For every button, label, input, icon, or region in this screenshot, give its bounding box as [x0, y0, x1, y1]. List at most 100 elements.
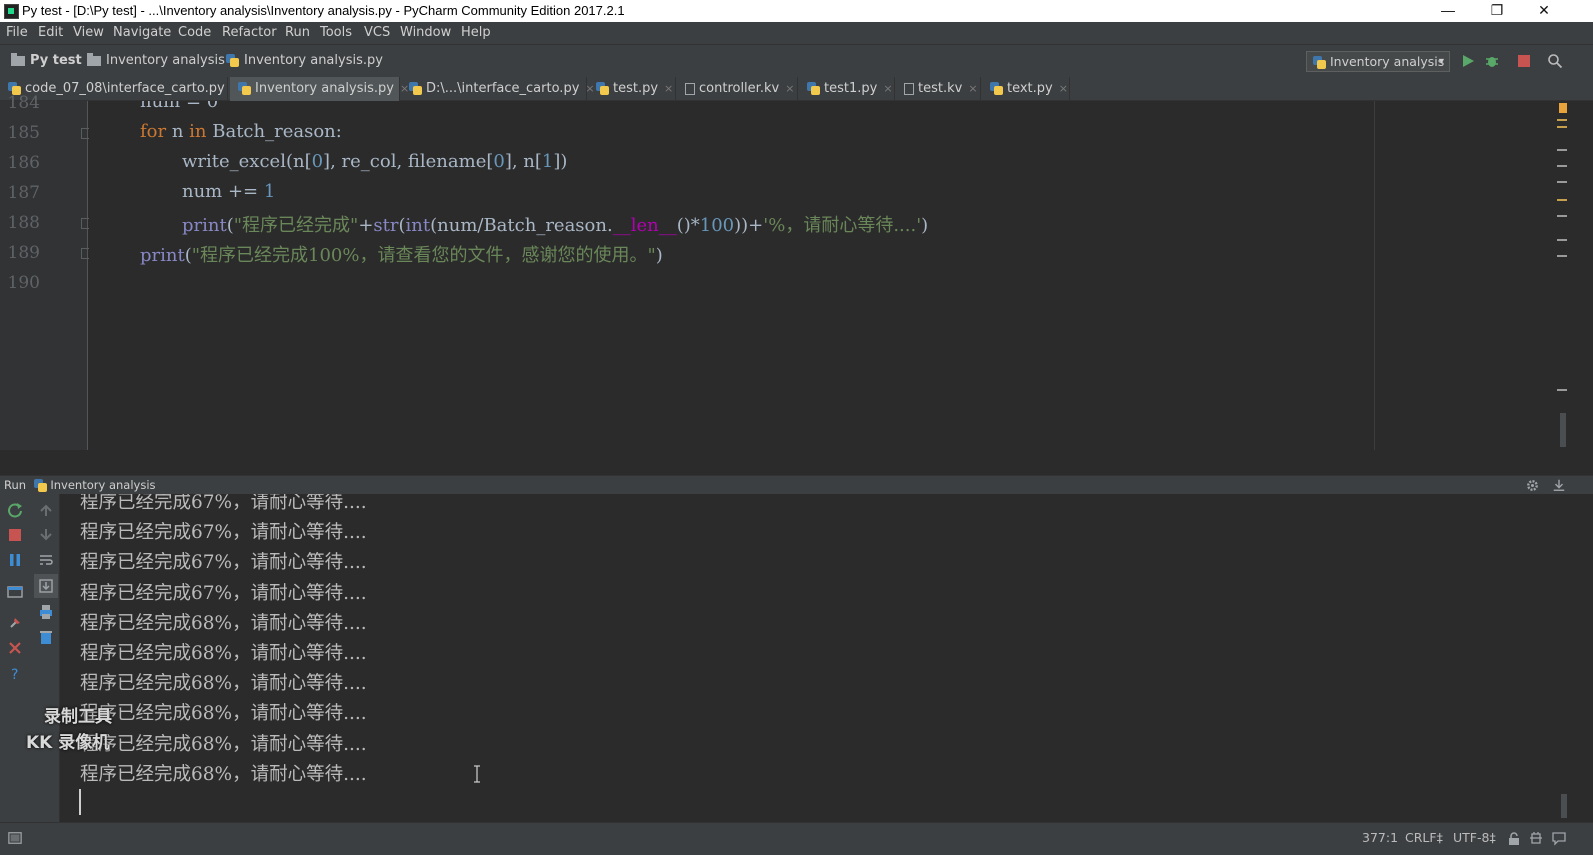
warning-marker[interactable]	[1559, 103, 1567, 113]
debug-icon[interactable]	[1484, 53, 1500, 69]
tab-test1-py[interactable]: test1.py ×	[799, 77, 895, 101]
code-token: (	[398, 215, 406, 236]
python-file-icon	[33, 479, 47, 492]
tab-close-icon[interactable]: ×	[785, 82, 794, 95]
minimize-button[interactable]: —	[1425, 0, 1471, 22]
window-title: Py test - [D:\Py test] - ...\Inventory a…	[22, 3, 625, 18]
restore-layout-icon[interactable]	[7, 584, 23, 600]
tab-test-kv[interactable]: test.kv ×	[896, 77, 981, 101]
code-marker[interactable]	[1557, 255, 1567, 257]
python-file-icon	[409, 82, 422, 95]
line-number: 189	[7, 243, 40, 263]
console-scroll-thumb[interactable]	[1561, 794, 1567, 818]
console-line: 程序已经完成67%，请耐心等待....	[80, 494, 367, 513]
console-line: 程序已经完成67%，请耐心等待....	[80, 582, 367, 604]
console-line: 程序已经完成68%，请耐心等待....	[80, 643, 367, 664]
print-icon[interactable]	[38, 604, 54, 620]
scroll-up-icon[interactable]	[38, 502, 54, 518]
tab-interface-carto-2[interactable]: D:\...\interface_carto.py ×	[401, 77, 595, 101]
line-separator[interactable]: CRLF‡	[1405, 830, 1443, 845]
lock-icon[interactable]	[1508, 832, 1520, 846]
breadcrumb-folder[interactable]: Inventory analysis	[87, 52, 225, 68]
tab-close-icon[interactable]: ×	[968, 82, 977, 95]
code-marker[interactable]	[1557, 181, 1567, 183]
editor-scroll-thumb[interactable]	[1560, 413, 1566, 447]
panel-splitter[interactable]	[0, 450, 1593, 475]
tab-inventory-analysis[interactable]: Inventory analysis.py ×	[230, 77, 409, 101]
menu-help[interactable]: Help	[461, 25, 491, 40]
scroll-down-icon[interactable]	[38, 527, 54, 543]
stop-icon[interactable]	[1516, 53, 1532, 69]
editor-tab-bar: code_07_08\interface_carto.py× Inventory…	[0, 77, 1593, 101]
line-number-gutter[interactable]: 184 185 186 187 188 189 190	[0, 93, 92, 450]
help-icon[interactable]: ?	[7, 665, 23, 681]
restore-button[interactable]: ❐	[1474, 0, 1520, 22]
editor-error-stripe[interactable]	[1554, 101, 1567, 450]
tab-controller-kv[interactable]: controller.kv ×	[677, 77, 798, 101]
breadcrumb-project[interactable]: Py test	[11, 52, 82, 68]
menu-refactor[interactable]: Refactor	[222, 25, 277, 40]
python-file-icon	[596, 82, 609, 95]
code-token: ))+	[734, 215, 764, 236]
menu-vcs[interactable]: VCS	[364, 25, 390, 40]
caret-position[interactable]: 377:1	[1362, 830, 1398, 845]
code-marker[interactable]	[1557, 165, 1567, 167]
soft-wrap-icon[interactable]	[38, 552, 54, 568]
code-token: (	[226, 215, 234, 236]
run-configuration-selector[interactable]: Inventory analysis ▾	[1306, 51, 1450, 72]
tool-windows-icon[interactable]	[8, 831, 22, 845]
code-line: for n in Batch_reason:	[140, 121, 342, 142]
rerun-icon[interactable]	[7, 502, 23, 518]
code-marker[interactable]	[1557, 215, 1567, 217]
search-icon[interactable]	[1547, 53, 1563, 69]
code-token: n	[166, 121, 190, 142]
stop-icon[interactable]	[7, 527, 23, 543]
code-marker[interactable]	[1557, 239, 1567, 241]
tab-close-icon[interactable]: ×	[883, 82, 892, 95]
menu-edit[interactable]: Edit	[38, 25, 63, 40]
console-line: 程序已经完成68%，请耐心等待....	[80, 703, 367, 725]
run-config-tab[interactable]: Inventory analysis	[50, 478, 155, 492]
pause-icon[interactable]	[7, 552, 23, 568]
menu-code[interactable]: Code	[178, 25, 211, 40]
warning-marker[interactable]	[1557, 119, 1567, 121]
run-icon[interactable]	[1460, 53, 1476, 69]
menu-window[interactable]: Window	[400, 25, 451, 40]
hide-panel-icon[interactable]	[1552, 478, 1566, 492]
menu-bar: File Edit View Navigate Code Refactor Ru…	[0, 22, 1593, 44]
event-log-icon[interactable]	[1551, 831, 1567, 846]
line-number: 185	[7, 123, 40, 143]
code-token: for	[140, 121, 167, 142]
warning-marker[interactable]	[1557, 126, 1567, 128]
tab-test-py[interactable]: test.py ×	[588, 77, 676, 101]
close-window-button[interactable]: ✕	[1521, 0, 1567, 22]
menu-tools[interactable]: Tools	[320, 25, 352, 40]
menu-view[interactable]: View	[73, 25, 104, 40]
clear-all-icon[interactable]	[38, 629, 54, 645]
code-token: int	[405, 215, 431, 236]
code-line: print("程序已经完成100%，请查看您的文件，感谢您的使用。")	[140, 241, 663, 267]
menu-run[interactable]: Run	[285, 25, 310, 40]
close-icon[interactable]	[7, 640, 23, 656]
hector-inspector-icon[interactable]	[1529, 831, 1543, 846]
tab-text-py[interactable]: text.py ×	[982, 77, 1070, 101]
code-token: 0	[311, 151, 324, 172]
menu-file[interactable]: File	[6, 25, 28, 40]
tab-close-icon[interactable]: ×	[664, 82, 673, 95]
code-line: num = 0	[140, 101, 218, 112]
tab-close-icon[interactable]: ×	[1059, 82, 1068, 95]
code-editor[interactable]: num = 0 for n in Batch_reason: write_excel…	[89, 101, 1374, 450]
scroll-to-end-toggle[interactable]	[34, 574, 58, 598]
gear-icon[interactable]	[1525, 478, 1540, 493]
pin-icon[interactable]	[7, 615, 23, 631]
svg-text:?: ?	[11, 667, 18, 681]
warning-marker[interactable]	[1557, 199, 1567, 201]
line-number: 187	[7, 183, 40, 203]
chevron-down-icon: ▾	[1438, 56, 1444, 67]
run-console-output[interactable]: 程序已经完成67%，请耐心等待.... 程序已经完成67%，请耐心等待.... 程序…	[61, 494, 1593, 822]
code-marker[interactable]	[1557, 389, 1567, 391]
file-encoding[interactable]: UTF-8‡	[1453, 830, 1496, 845]
code-marker[interactable]	[1557, 149, 1567, 151]
breadcrumb-file[interactable]: Inventory analysis.py	[226, 53, 383, 68]
menu-navigate[interactable]: Navigate	[113, 25, 171, 40]
